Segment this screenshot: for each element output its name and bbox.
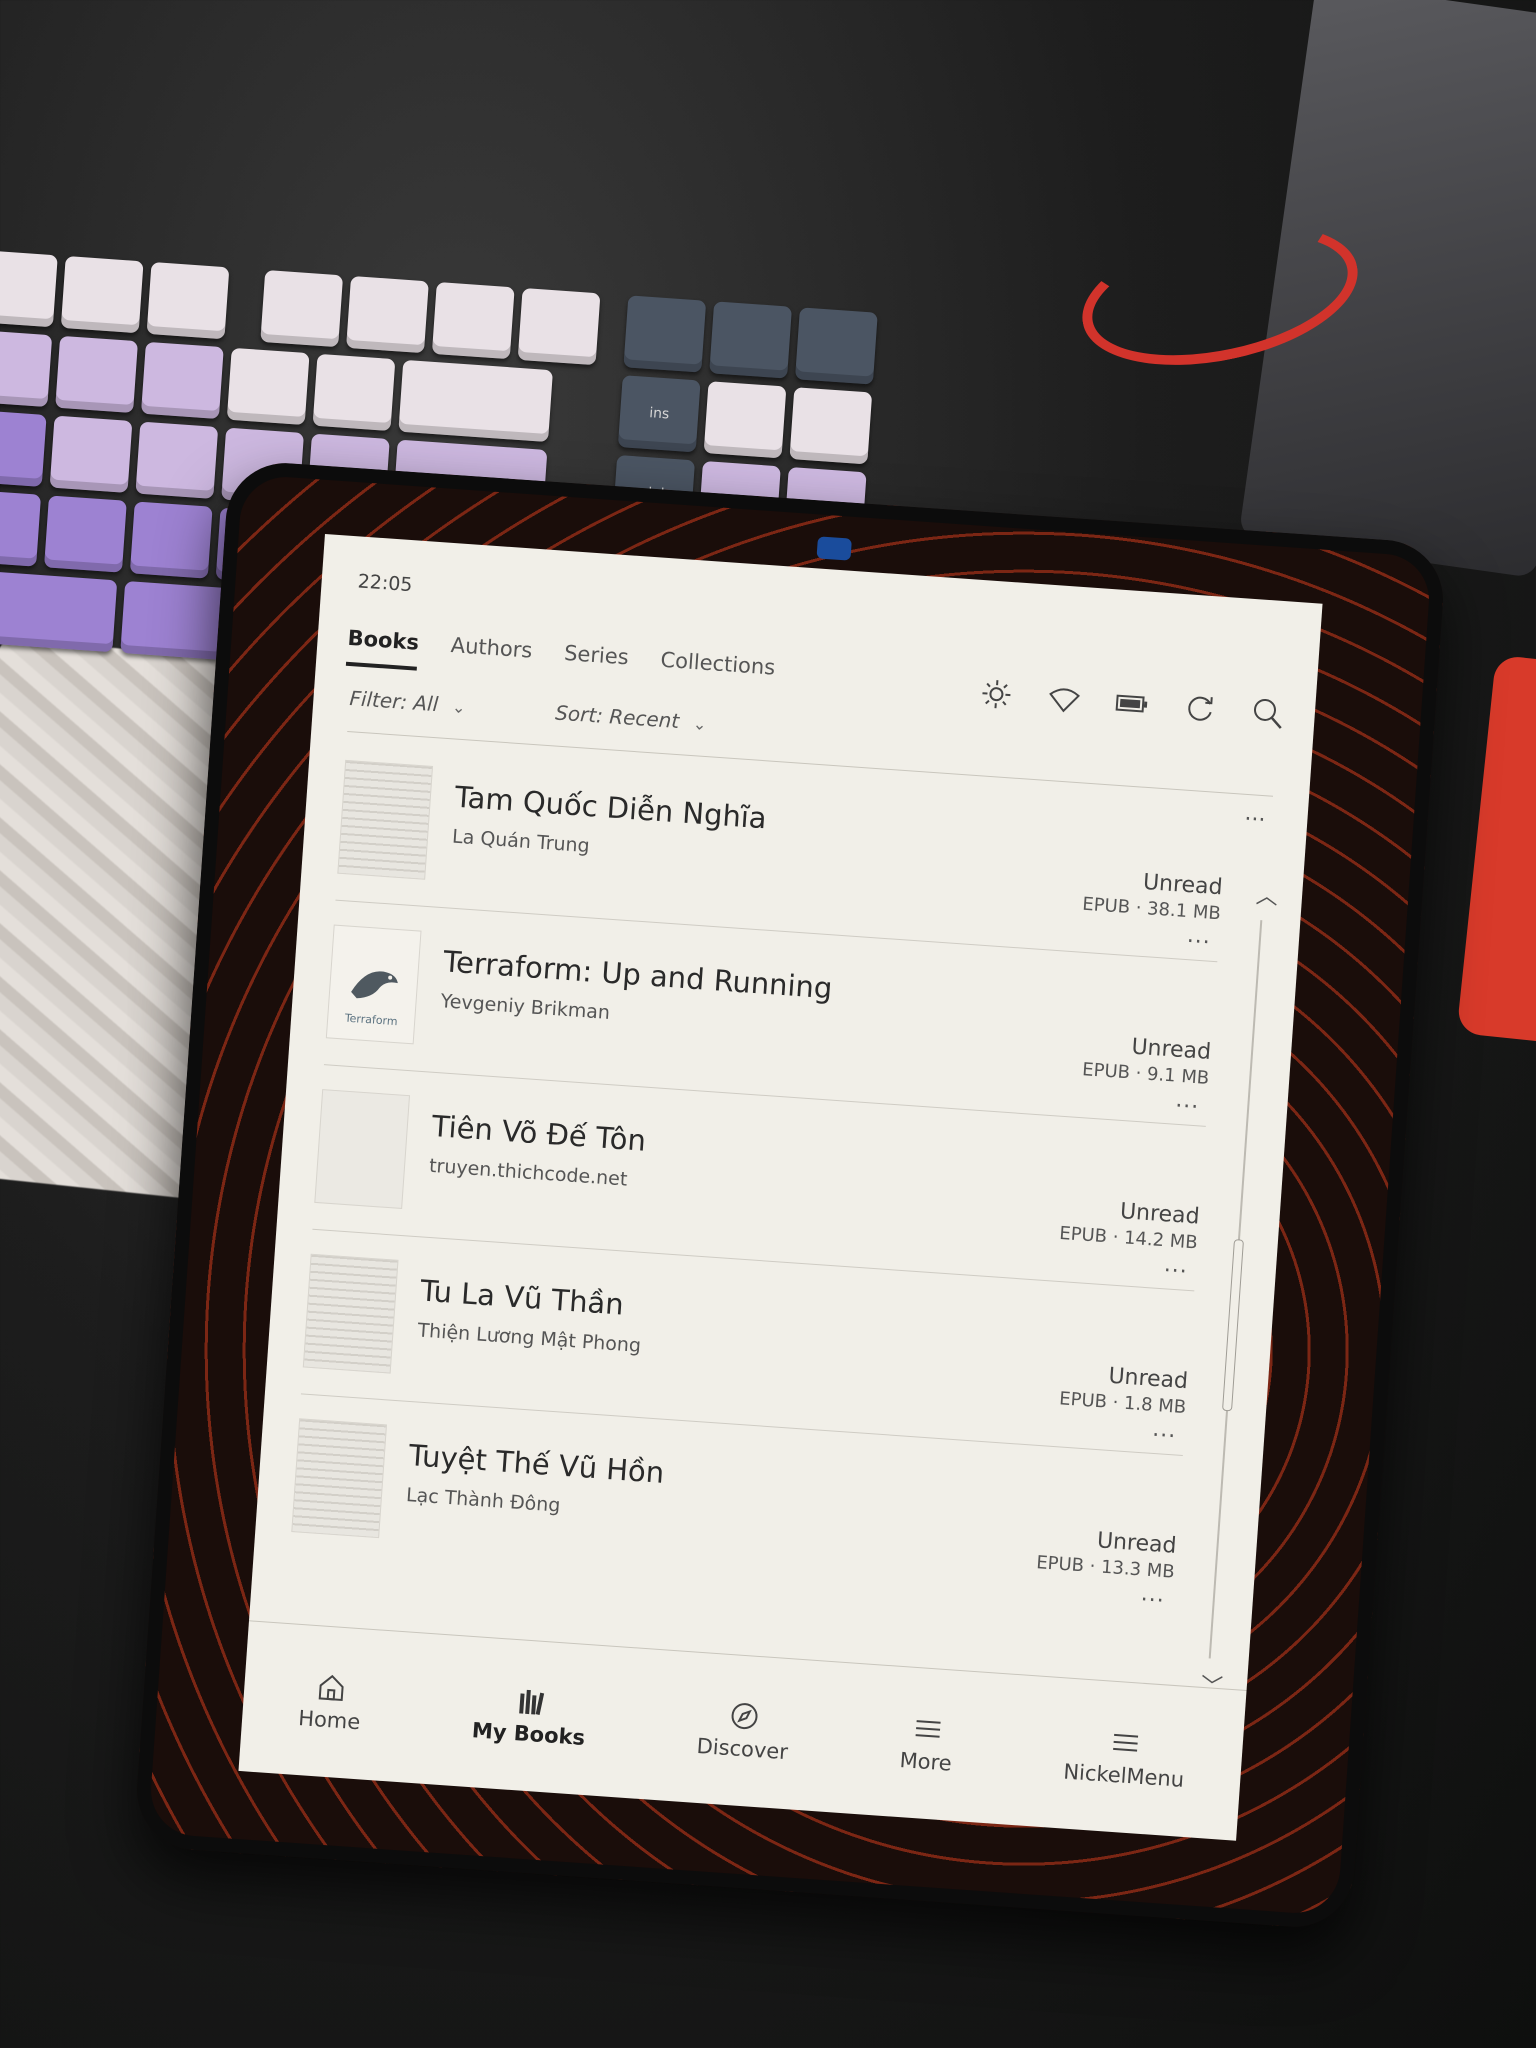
book-title: Tu La Vũ Thần [419, 1273, 625, 1322]
library-tabs: Books Authors Series Collections [345, 625, 776, 696]
sort-dropdown[interactable]: Sort: Recent ⌄ [555, 700, 708, 735]
brightness-icon[interactable] [978, 676, 1014, 712]
chevron-up-icon[interactable]: ︿ [1255, 878, 1279, 911]
book-title: Tuyệt Thế Vũ Hồn [407, 1438, 666, 1490]
book-cover: Terraform [325, 924, 422, 1045]
book-more-button[interactable]: ··· [1186, 929, 1212, 956]
top-toolbar [978, 676, 1286, 731]
book-author: truyen.thichcode.net [428, 1154, 629, 1191]
book-more-button[interactable]: ··· [1163, 1258, 1189, 1285]
read-status: Unread [1107, 1363, 1189, 1395]
book-title: Tiên Võ Đế Tôn [430, 1108, 648, 1158]
nav-label: More [898, 1748, 953, 1776]
wifi-icon[interactable] [1046, 681, 1082, 717]
search-icon[interactable] [1250, 695, 1286, 731]
book-list: Tam Quốc Diễn Nghĩa La Quán Trung Unread… [289, 735, 1229, 1620]
nav-nickelmenu[interactable]: NickelMenu [1063, 1724, 1188, 1792]
camera-indicator [816, 536, 852, 561]
list-more-button[interactable]: ··· [1243, 807, 1266, 833]
cover-label: Terraform [344, 1011, 399, 1029]
e-reader-device: 22:05 Books Authors Series Collections F… [133, 459, 1447, 1931]
nav-my-books[interactable]: My Books [471, 1682, 588, 1750]
nav-label: Home [297, 1706, 362, 1735]
status-time: 22:05 [356, 570, 414, 597]
tab-authors[interactable]: Authors [449, 633, 533, 679]
filter-label: Filter: All [348, 686, 440, 717]
book-more-button[interactable]: ··· [1174, 1094, 1200, 1121]
home-icon [318, 1674, 344, 1702]
book-more-button[interactable]: ··· [1151, 1423, 1177, 1450]
menu-icon [915, 1720, 941, 1738]
book-title: Tam Quốc Diễn Nghĩa [453, 779, 768, 836]
book-author: Lạc Thành Đông [405, 1483, 562, 1517]
tab-series[interactable]: Series [562, 641, 629, 685]
sync-icon[interactable] [1182, 690, 1218, 726]
book-cover [291, 1418, 388, 1539]
eink-screen: 22:05 Books Authors Series Collections F… [238, 533, 1323, 1841]
chevron-down-icon: ⌄ [451, 697, 467, 718]
nav-label: NickelMenu [1062, 1759, 1185, 1792]
red-case [1456, 654, 1536, 1046]
book-author: Thiện Lương Mật Phong [416, 1319, 642, 1357]
read-status: Unread [1119, 1199, 1201, 1230]
sort-label: Sort: Recent [554, 700, 681, 734]
book-author: La Quán Trung [451, 825, 591, 858]
nav-more[interactable]: More [898, 1712, 955, 1776]
nav-home[interactable]: Home [298, 1670, 364, 1734]
read-status: Unread [1096, 1528, 1178, 1559]
book-cover [302, 1253, 399, 1374]
chevron-down-icon: ⌄ [692, 714, 708, 735]
tab-books[interactable]: Books [345, 625, 420, 671]
battery-icon[interactable] [1114, 686, 1150, 722]
book-cover [314, 1089, 411, 1209]
menu-icon [1113, 1733, 1139, 1752]
bird-illustration-icon [351, 971, 398, 999]
filter-dropdown[interactable]: Filter: All ⌄ [349, 686, 467, 718]
nav-label: Discover [695, 1733, 789, 1765]
bottom-nav: Home My Books Discover More NickelMenu [238, 1620, 1247, 1841]
book-more-button[interactable]: ··· [1140, 1587, 1166, 1614]
read-status: Unread [1142, 869, 1224, 901]
read-status: Unread [1130, 1034, 1212, 1065]
filter-bar: Filter: All ⌄ Sort: Recent ⌄ [349, 686, 708, 735]
books-icon [518, 1689, 544, 1715]
book-author: Yevgeniy Brikman [439, 990, 611, 1024]
book-cover [337, 759, 434, 880]
nav-discover[interactable]: Discover [696, 1698, 791, 1764]
compass-icon [731, 1703, 758, 1730]
ins-key: ins [617, 375, 701, 453]
nav-label: My Books [471, 1718, 586, 1750]
scrollbar-thumb[interactable] [1222, 1239, 1244, 1412]
tab-collections[interactable]: Collections [659, 648, 776, 696]
